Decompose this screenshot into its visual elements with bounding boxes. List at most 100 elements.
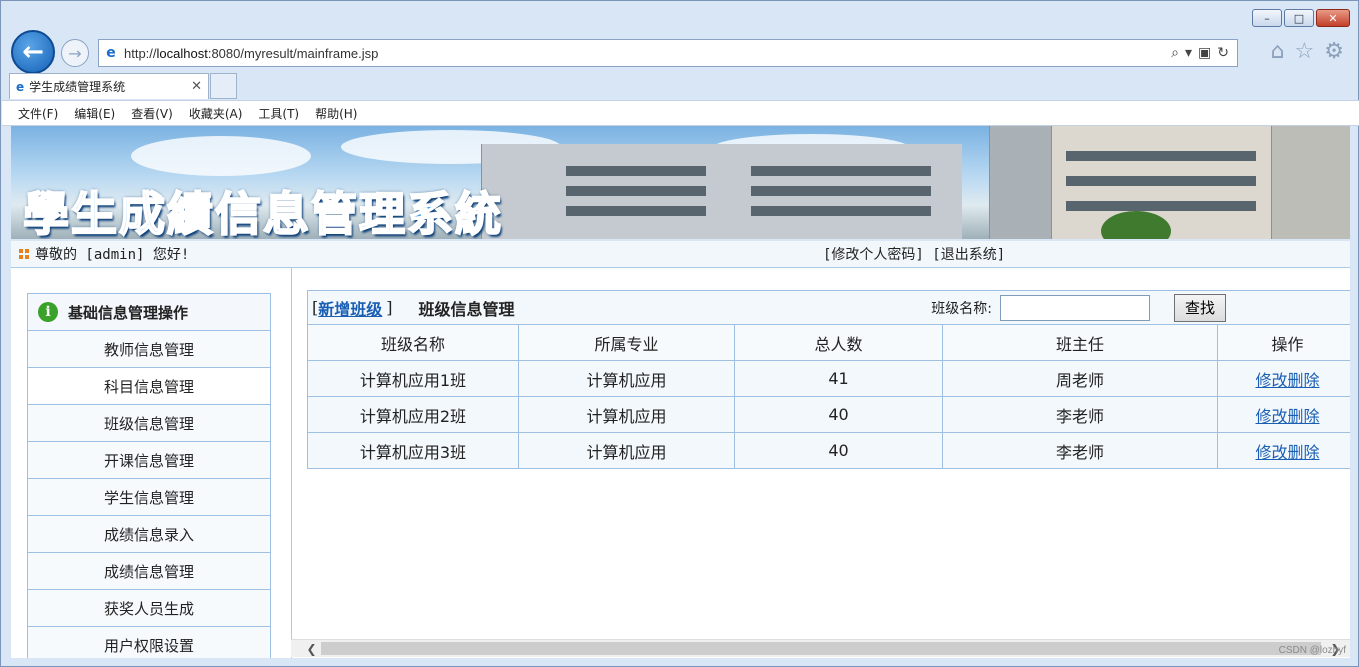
building-window — [1066, 176, 1256, 186]
sidebar-item-permissions[interactable]: 用户权限设置 — [28, 627, 270, 658]
cell-count: 41 — [734, 360, 943, 397]
building-window — [751, 166, 931, 176]
sidebar-item-score-entry[interactable]: 成绩信息录入 — [28, 516, 270, 553]
user-greeting: 尊敬的 [admin] 您好! — [35, 247, 190, 263]
back-arrow-icon[interactable]: ← — [11, 30, 55, 74]
edit-link[interactable]: 修改 — [1255, 443, 1287, 462]
browser-tab[interactable]: e 学生成绩管理系统 ✕ — [9, 73, 209, 99]
cell-class-name: 计算机应用1班 — [307, 360, 519, 397]
cell-count: 40 — [734, 432, 943, 469]
menu-view[interactable]: 查看(V) — [131, 105, 173, 122]
watermark: CSDN @lozhyf — [1278, 645, 1346, 656]
banner-title: 學生成績信息管理系統 — [22, 186, 503, 239]
close-window-icon[interactable]: ✕ — [1316, 9, 1350, 27]
add-class-link[interactable]: 新增班级 — [318, 296, 382, 320]
table-row: 计算机应用3班 计算机应用 40 李老师 修改删除 — [307, 432, 1350, 469]
cell-teacher: 周老师 — [942, 360, 1218, 397]
sidebar-item-class[interactable]: 班级信息管理 — [28, 405, 270, 442]
scroll-left-icon[interactable]: ❮ — [303, 640, 320, 657]
building-window — [566, 186, 706, 196]
ie-logo-icon: e — [16, 79, 25, 94]
info-icon: i — [38, 302, 58, 322]
building-window — [751, 186, 931, 196]
browser-menu-bar: 文件(F) 编辑(E) 查看(V) 收藏夹(A) 工具(T) 帮助(H) — [2, 100, 1359, 126]
sidebar-menu: i 基础信息管理操作 教师信息管理 科目信息管理 班级信息管理 开课信息管理 学… — [27, 293, 271, 658]
ie-logo-icon: e — [106, 45, 116, 61]
browser-window: – □ ✕ ← → e http://localhost:8080/myresu… — [0, 0, 1359, 667]
sidebar-item-teacher[interactable]: 教师信息管理 — [28, 331, 270, 368]
menu-file[interactable]: 文件(F) — [18, 105, 58, 122]
url-host: localhost — [156, 45, 208, 61]
table-row: 计算机应用1班 计算机应用 41 周老师 修改删除 — [307, 360, 1350, 397]
main-content: [ 新增班级 ] 班级信息管理 班级名称: 查找 班级名称 所属专业 总人数 班… — [307, 290, 1350, 469]
refresh-icon[interactable]: ↻ — [1217, 45, 1229, 61]
edit-link[interactable]: 修改 — [1255, 407, 1287, 426]
new-tab-button[interactable] — [210, 73, 237, 99]
settings-gear-icon[interactable]: ⚙ — [1324, 39, 1344, 64]
horizontal-scrollbar[interactable]: ❮ ❯ — [291, 639, 1350, 657]
minimize-icon[interactable]: – — [1252, 9, 1282, 27]
delete-link[interactable]: 删除 — [1288, 443, 1320, 462]
sidebar-header-label: 基础信息管理操作 — [68, 303, 189, 322]
cell-class-name: 计算机应用3班 — [307, 432, 519, 469]
delete-link[interactable]: 删除 — [1288, 407, 1320, 426]
home-icon[interactable]: ⌂ — [1271, 39, 1285, 64]
cell-teacher: 李老师 — [942, 432, 1218, 469]
building-window — [566, 206, 706, 216]
menu-help[interactable]: 帮助(H) — [315, 105, 357, 122]
dropdown-arrow-icon[interactable]: ▾ — [1185, 45, 1192, 61]
cell-teacher: 李老师 — [942, 396, 1218, 433]
close-tab-icon[interactable]: ✕ — [191, 79, 202, 94]
cell-major: 计算机应用 — [518, 396, 735, 433]
col-header-actions: 操作 — [1217, 324, 1350, 361]
left-sidebar: i 基础信息管理操作 教师信息管理 科目信息管理 班级信息管理 开课信息管理 学… — [11, 268, 292, 658]
col-header-name: 班级名称 — [307, 324, 519, 361]
sidebar-item-subject[interactable]: 科目信息管理 — [28, 368, 270, 405]
cell-major: 计算机应用 — [518, 432, 735, 469]
building-window — [1066, 151, 1256, 161]
building-window — [566, 166, 706, 176]
building-shape — [989, 126, 1052, 239]
search-icon[interactable]: ⌕ — [1171, 45, 1179, 61]
cell-count: 40 — [734, 396, 943, 433]
address-tools: ⌕ ▾ ▣ ↻ — [1171, 45, 1237, 61]
menu-tools[interactable]: 工具(T) — [258, 105, 299, 122]
menu-edit[interactable]: 编辑(E) — [74, 105, 115, 122]
url-path: :8080/myresult/mainframe.jsp — [207, 45, 379, 61]
cell-actions: 修改删除 — [1217, 396, 1350, 433]
sidebar-item-score-manage[interactable]: 成绩信息管理 — [28, 553, 270, 590]
sidebar-item-awards[interactable]: 获奖人员生成 — [28, 590, 270, 627]
class-toolbar: [ 新增班级 ] 班级信息管理 班级名称: 查找 — [307, 290, 1350, 324]
user-links[interactable]: [修改个人密码] [退出系统] — [823, 244, 1005, 264]
browser-right-tools: ⌂ ☆ ⚙ — [1271, 39, 1344, 64]
forward-arrow-icon[interactable]: → — [61, 39, 89, 67]
delete-link[interactable]: 删除 — [1288, 371, 1320, 390]
bullet-icon — [19, 249, 29, 259]
cell-major: 计算机应用 — [518, 360, 735, 397]
col-header-teacher: 班主任 — [942, 324, 1218, 361]
sidebar-item-course[interactable]: 开课信息管理 — [28, 442, 270, 479]
sidebar-header: i 基础信息管理操作 — [28, 294, 270, 331]
favorites-star-icon[interactable]: ☆ — [1295, 39, 1315, 64]
scrollbar-thumb[interactable] — [321, 642, 1321, 655]
building-window — [1066, 201, 1256, 211]
maximize-icon[interactable]: □ — [1284, 9, 1314, 27]
sidebar-item-student[interactable]: 学生信息管理 — [28, 479, 270, 516]
menu-favorites[interactable]: 收藏夹(A) — [189, 105, 243, 122]
building-shape — [1271, 126, 1350, 239]
table-row: 计算机应用2班 计算机应用 40 李老师 修改删除 — [307, 396, 1350, 433]
search-button[interactable]: 查找 — [1174, 293, 1226, 322]
edit-link[interactable]: 修改 — [1255, 371, 1287, 390]
cloud-shape — [131, 136, 311, 176]
class-name-search-input[interactable] — [1000, 294, 1150, 321]
page-title: 班级信息管理 — [418, 299, 515, 319]
compat-view-icon[interactable]: ▣ — [1198, 45, 1211, 61]
building-window — [751, 206, 931, 216]
window-controls: – □ ✕ — [1252, 9, 1350, 27]
site-banner: 學生成績信息管理系統 — [11, 126, 1350, 239]
class-table: 班级名称 所属专业 总人数 班主任 操作 计算机应用1班 计算机应用 41 周老… — [307, 324, 1350, 469]
table-header-row: 班级名称 所属专业 总人数 班主任 操作 — [307, 324, 1350, 361]
cell-actions: 修改删除 — [1217, 432, 1350, 469]
user-bar: 尊敬的 [admin] 您好! [修改个人密码] [退出系统] — [11, 241, 1350, 268]
address-bar[interactable]: e http://localhost:8080/myresult/mainfra… — [98, 39, 1238, 67]
